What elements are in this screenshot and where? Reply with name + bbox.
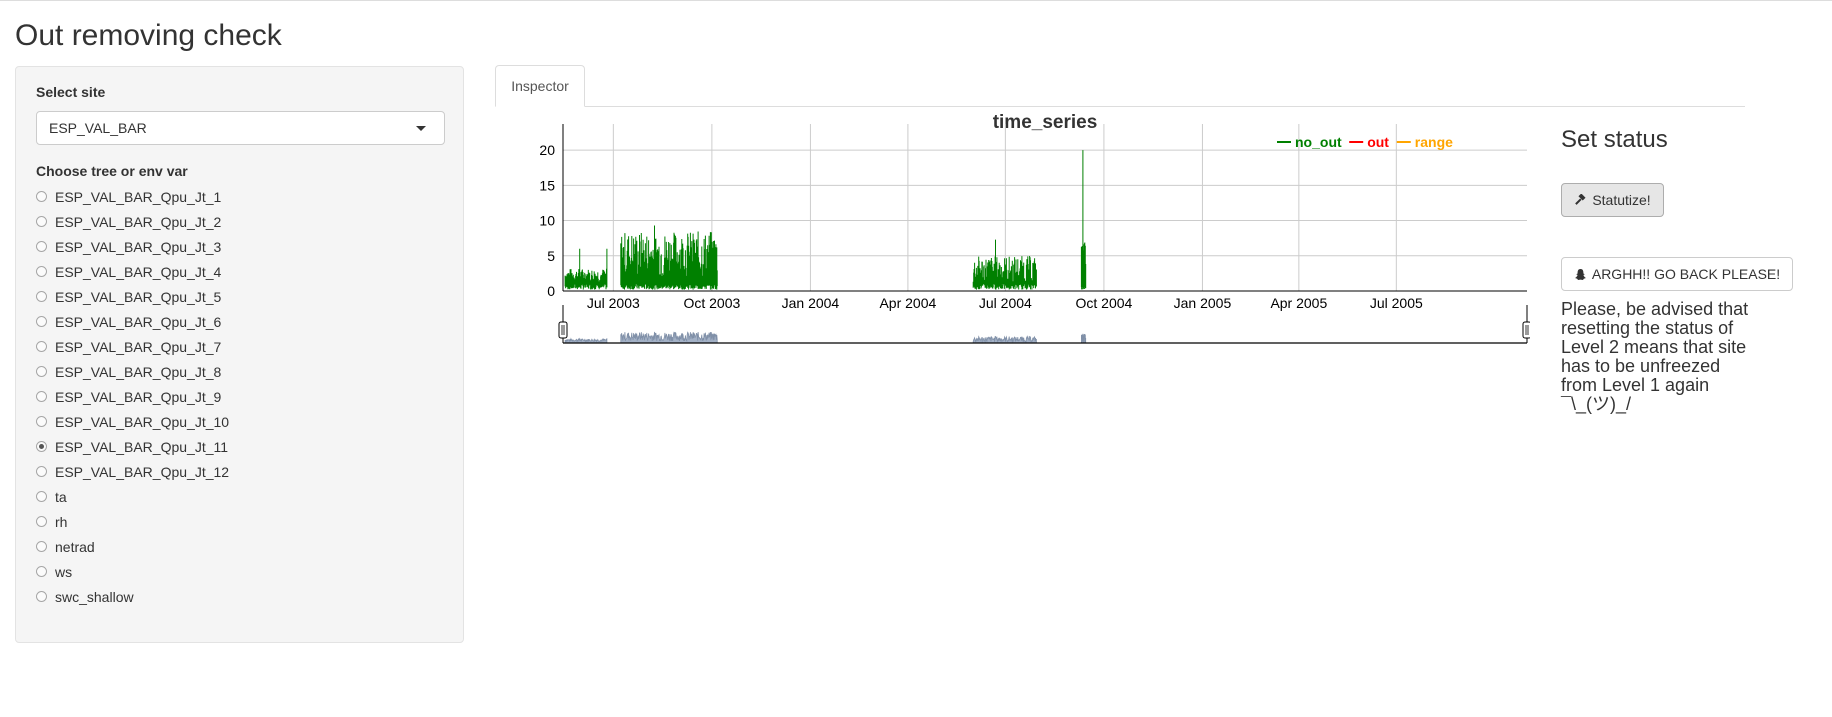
- legend-label: range: [1415, 134, 1453, 150]
- y-tick-label: 10: [539, 213, 555, 229]
- radio-option[interactable]: swc_shallow: [36, 584, 229, 609]
- statutize-button[interactable]: Statutize!: [1561, 183, 1664, 217]
- series-no_out-line: [972, 239, 1037, 290]
- radio-label: ESP_VAL_BAR_Qpu_Jt_4: [55, 263, 222, 280]
- radio-option[interactable]: ESP_VAL_BAR_Qpu_Jt_6: [36, 309, 229, 334]
- range-selector-area: [1081, 333, 1087, 344]
- time-series-chart: time_series 0 5 10 15 20 Jul 2003 Oct 2003 Jan 2…: [520, 106, 1532, 366]
- statutize-label: Statutize!: [1592, 192, 1651, 208]
- radio-option[interactable]: ESP_VAL_BAR_Qpu_Jt_4: [36, 259, 229, 284]
- radio-option[interactable]: ESP_VAL_BAR_Qpu_Jt_8: [36, 359, 229, 384]
- select-site-label: Select site: [36, 84, 106, 100]
- radio-button[interactable]: [36, 316, 47, 327]
- x-tick-label: Oct 2003: [683, 295, 740, 311]
- range-selector-area: [620, 331, 718, 344]
- radio-button[interactable]: [36, 416, 47, 427]
- radio-label: ESP_VAL_BAR_Qpu_Jt_8: [55, 363, 222, 380]
- radio-button[interactable]: [36, 491, 47, 502]
- radio-button[interactable]: [36, 516, 47, 527]
- radio-option[interactable]: ESP_VAL_BAR_Qpu_Jt_10: [36, 409, 229, 434]
- choose-var-label: Choose tree or env var: [36, 163, 188, 179]
- radio-label: ESP_VAL_BAR_Qpu_Jt_6: [55, 313, 222, 330]
- go-back-button[interactable]: ARGHH!! GO BACK PLEASE!: [1561, 257, 1793, 291]
- radio-button[interactable]: [36, 566, 47, 577]
- legend-label: out: [1367, 134, 1389, 150]
- radio-label: ESP_VAL_BAR_Qpu_Jt_12: [55, 463, 230, 480]
- radio-button[interactable]: [36, 216, 47, 227]
- range-selector-handle: [1522, 321, 1532, 339]
- y-tick-label: 0: [547, 283, 555, 299]
- series-no_out-line: [620, 225, 718, 290]
- radio-label: ESP_VAL_BAR_Qpu_Jt_7: [55, 338, 222, 355]
- radio-button[interactable]: [36, 541, 47, 552]
- radio-label: swc_shallow: [55, 588, 134, 605]
- radio-button[interactable]: [36, 291, 47, 302]
- radio-label: netrad: [55, 538, 95, 555]
- radio-button[interactable]: [36, 241, 47, 252]
- go-back-label: ARGHH!! GO BACK PLEASE!: [1591, 266, 1781, 282]
- chart-title: time_series: [993, 112, 1098, 133]
- series-no_out-line: [1080, 150, 1087, 290]
- range-selector-area: [564, 337, 608, 344]
- y-tick-label: 20: [539, 142, 555, 158]
- sidebar-panel: Select site ESP_VAL_BAR Choose tree or e…: [15, 66, 464, 643]
- radio-option[interactable]: ESP_VAL_BAR_Qpu_Jt_9: [36, 384, 229, 409]
- legend-label: no_out: [1295, 134, 1342, 150]
- radio-label: ESP_VAL_BAR_Qpu_Jt_3: [55, 238, 222, 255]
- x-tick-label: Jul 2004: [979, 295, 1032, 311]
- site-select[interactable]: ESP_VAL_BAR: [36, 111, 445, 145]
- radio-option[interactable]: ESP_VAL_BAR_Qpu_Jt_1: [36, 184, 229, 209]
- y-tick-label: 15: [539, 177, 555, 193]
- radio-label: rh: [55, 513, 68, 530]
- tab-inspector[interactable]: Inspector: [495, 65, 585, 107]
- x-tick-label: Jan 2005: [1174, 295, 1232, 311]
- x-tick-label: Jul 2003: [587, 295, 640, 311]
- radio-button[interactable]: [36, 591, 47, 602]
- site-select-value: ESP_VAL_BAR: [49, 120, 147, 136]
- radio-button[interactable]: [36, 441, 47, 452]
- variable-radio-group: ESP_VAL_BAR_Qpu_Jt_1 ESP_VAL_BAR_Qpu_Jt_2…: [36, 184, 229, 609]
- radio-option[interactable]: ESP_VAL_BAR_Qpu_Jt_11: [36, 434, 229, 459]
- snapchat-ghost-icon: [1574, 268, 1587, 281]
- x-tick-label: Oct 2004: [1075, 295, 1132, 311]
- radio-option[interactable]: netrad: [36, 534, 229, 559]
- page-title: Out removing check: [15, 19, 282, 52]
- radio-option[interactable]: ESP_VAL_BAR_Qpu_Jt_7: [36, 334, 229, 359]
- radio-option[interactable]: ESP_VAL_BAR_Qpu_Jt_5: [36, 284, 229, 309]
- y-tick-label: 5: [547, 248, 555, 264]
- range-selector-area: [972, 335, 1037, 344]
- series-no_out-line: [564, 248, 608, 290]
- radio-button[interactable]: [36, 466, 47, 477]
- x-tick-label: Jul 2005: [1370, 295, 1423, 311]
- radio-label: ESP_VAL_BAR_Qpu_Jt_1: [55, 188, 222, 205]
- radio-button[interactable]: [36, 191, 47, 202]
- radio-button[interactable]: [36, 391, 47, 402]
- x-tick-label: Apr 2004: [879, 295, 936, 311]
- radio-option[interactable]: ta: [36, 484, 229, 509]
- radio-label: ESP_VAL_BAR_Qpu_Jt_10: [55, 413, 230, 430]
- radio-label: ESP_VAL_BAR_Qpu_Jt_5: [55, 288, 222, 305]
- x-tick-label: Apr 2005: [1270, 295, 1327, 311]
- chart-svg: time_series 0 5 10 15 20 Jul 2003 Oct 2003 Jan 2…: [539, 112, 1532, 344]
- radio-button[interactable]: [36, 341, 47, 352]
- radio-button[interactable]: [36, 366, 47, 377]
- radio-option[interactable]: ESP_VAL_BAR_Qpu_Jt_12: [36, 459, 229, 484]
- gavel-icon: [1574, 193, 1587, 207]
- set-status-title: Set status: [1561, 126, 1668, 153]
- radio-button[interactable]: [36, 266, 47, 277]
- radio-label: ESP_VAL_BAR_Qpu_Jt_9: [55, 388, 222, 405]
- range-selector-handle: [558, 321, 568, 339]
- radio-option[interactable]: ESP_VAL_BAR_Qpu_Jt_2: [36, 209, 229, 234]
- radio-option[interactable]: ESP_VAL_BAR_Qpu_Jt_3: [36, 234, 229, 259]
- chevron-down-icon: [416, 126, 426, 131]
- radio-label: ta: [55, 488, 67, 505]
- x-tick-label: Jan 2004: [782, 295, 840, 311]
- radio-label: ESP_VAL_BAR_Qpu_Jt_11: [55, 438, 229, 455]
- radio-option[interactable]: rh: [36, 509, 229, 534]
- radio-option[interactable]: ws: [36, 559, 229, 584]
- radio-label: ws: [55, 563, 73, 580]
- warning-text: Please, be advised that resetting the st…: [1561, 299, 1749, 414]
- radio-label: ESP_VAL_BAR_Qpu_Jt_2: [55, 213, 222, 230]
